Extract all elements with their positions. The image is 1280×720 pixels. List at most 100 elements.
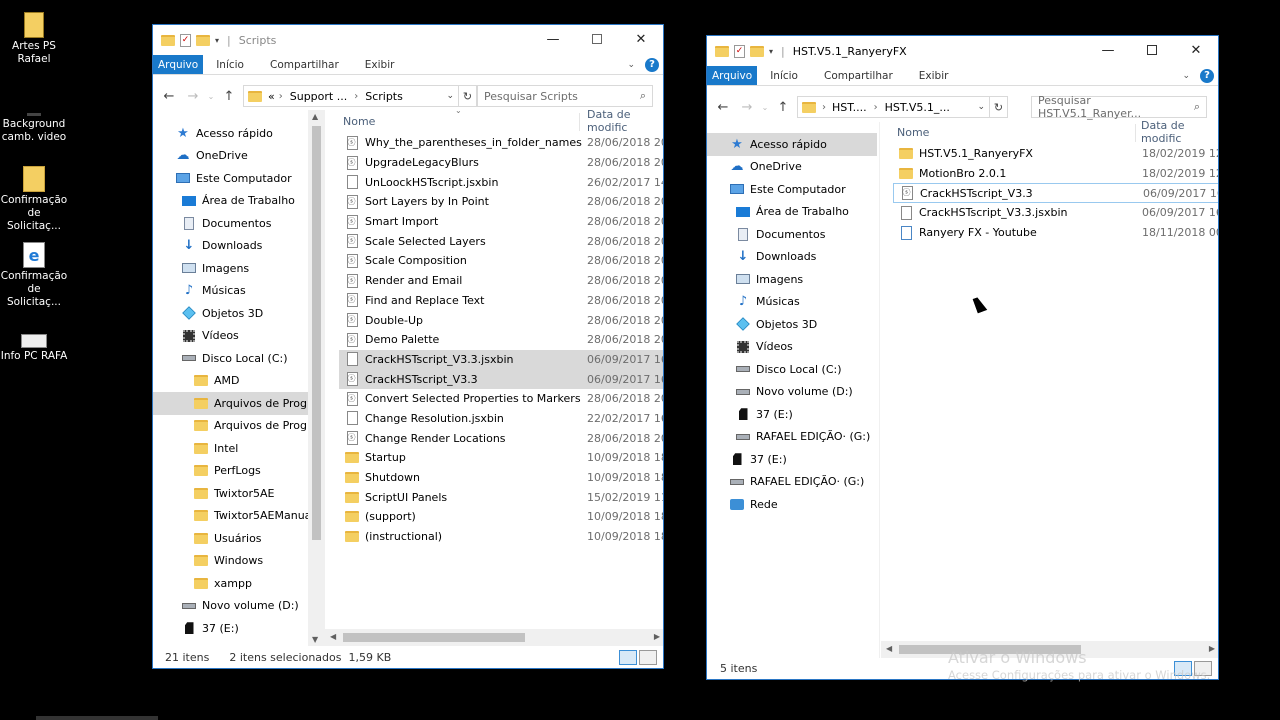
refresh-button[interactable]: ↻: [459, 85, 477, 107]
nav-item[interactable]: ♪ Músicas: [707, 291, 877, 314]
search-input[interactable]: Pesquisar Scripts ⌕: [477, 85, 653, 107]
forward-button[interactable]: →: [181, 89, 205, 104]
pane-divider[interactable]: [879, 122, 880, 658]
scroll-left-icon[interactable]: ◀: [886, 644, 892, 653]
scroll-left-icon[interactable]: ◀: [330, 632, 336, 641]
tab-arquivo[interactable]: Arquivo: [153, 55, 204, 74]
nav-item[interactable]: Vídeos: [153, 325, 308, 348]
file-row[interactable]: (instructional) 10/09/2018 18:3: [339, 527, 663, 547]
file-row[interactable]: CrackHSTscript_V3.3 06/09/2017 16:3: [339, 369, 663, 389]
up-button[interactable]: ↑: [771, 100, 795, 115]
nav-item[interactable]: PerfLogs: [153, 460, 308, 483]
nav-item[interactable]: Objetos 3D: [707, 313, 877, 336]
file-row[interactable]: (support) 10/09/2018 18:3: [339, 507, 663, 527]
back-button[interactable]: ←: [711, 100, 735, 115]
file-row[interactable]: Shutdown 10/09/2018 18:3: [339, 468, 663, 488]
file-row[interactable]: Ranyery FX - Youtube 18/11/2018 00:3: [893, 223, 1218, 243]
desktop-icon-confirmacao-2[interactable]: e Confirmação de Solicitaç...: [0, 238, 68, 309]
large-icons-view-button[interactable]: [639, 650, 657, 665]
nav-item[interactable]: ★ Acesso rápido: [707, 133, 877, 156]
breadcrumb-item[interactable]: Support ...: [290, 90, 347, 103]
tab-compartilhar[interactable]: Compartilhar: [257, 55, 352, 74]
file-row[interactable]: UpgradeLegacyBlurs 28/06/2018 20:0: [339, 153, 663, 173]
nav-item[interactable]: 37 (E:): [153, 617, 308, 640]
nav-item[interactable]: Novo volume (D:): [153, 595, 308, 618]
file-row[interactable]: Why_the_parentheses_in_folder_names 28/06…: [339, 133, 663, 153]
desktop-icon-info-pc[interactable]: Info PC RAFA: [0, 318, 68, 363]
up-button[interactable]: ↑: [217, 89, 241, 104]
column-header-date[interactable]: Data de modific: [1141, 120, 1218, 145]
nav-item[interactable]: Vídeos: [707, 336, 877, 359]
nav-item[interactable]: Rede: [707, 493, 877, 516]
minimize-button[interactable]: —: [531, 25, 575, 53]
file-row[interactable]: Render and Email 28/06/2018 20:0: [339, 271, 663, 291]
file-row[interactable]: Startup 10/09/2018 18:3: [339, 448, 663, 468]
tab-arquivo[interactable]: Arquivo: [707, 66, 758, 85]
file-row[interactable]: Change Render Locations 28/06/2018 20:0: [339, 428, 663, 448]
column-divider[interactable]: [1135, 124, 1136, 142]
recent-locations-button[interactable]: ⌄: [205, 92, 217, 101]
nav-item[interactable]: ♪ Músicas: [153, 280, 308, 303]
address-bar[interactable]: › HST.... › HST.V5.1_... ⌄: [797, 96, 990, 118]
breadcrumb-item[interactable]: HST.V5.1_...: [885, 101, 950, 114]
nav-item[interactable]: ↓ Downloads: [707, 246, 877, 269]
maximize-button[interactable]: [1130, 36, 1174, 64]
nav-item[interactable]: Disco Local (C:): [153, 347, 308, 370]
nav-item[interactable]: ★ Acesso rápido: [153, 122, 308, 145]
file-row[interactable]: HST.V5.1_RanyeryFX 18/02/2019 12:3: [893, 144, 1218, 164]
nav-item[interactable]: Windows: [153, 550, 308, 573]
nav-item[interactable]: Este Computador: [707, 178, 877, 201]
nav-item[interactable]: Imagens: [153, 257, 308, 280]
nav-item[interactable]: 37 (E:): [707, 403, 877, 426]
nav-item[interactable]: RAFAEL EDIÇÃO· (G:): [707, 426, 877, 449]
nav-item[interactable]: Disco Local (C:): [707, 358, 877, 381]
file-row[interactable]: ScriptUI Panels 15/02/2019 11:2: [339, 487, 663, 507]
file-row[interactable]: UnLoockHSTscript.jsxbin 26/02/2017 14:1: [339, 172, 663, 192]
new-folder-icon[interactable]: [196, 34, 210, 46]
desktop-icon-background[interactable]: Background camb. video: [0, 86, 68, 144]
nav-item[interactable]: Arquivos de Programas: [153, 392, 308, 415]
file-list-hscrollbar[interactable]: ◀ ▶: [325, 629, 663, 646]
file-row[interactable]: Find and Replace Text 28/06/2018 20:0: [339, 291, 663, 311]
column-header-date[interactable]: Data de modific: [587, 109, 663, 134]
help-icon[interactable]: ?: [1200, 68, 1214, 83]
column-header-name[interactable]: Nome: [897, 126, 929, 139]
quick-access-dropdown-icon[interactable]: ▾: [769, 47, 773, 56]
nav-item[interactable]: ☁ OneDrive: [707, 156, 877, 179]
file-row[interactable]: Scale Selected Layers 28/06/2018 20:0: [339, 231, 663, 251]
back-button[interactable]: ←: [157, 89, 181, 104]
file-row[interactable]: MotionBro 2.0.1 18/02/2019 12:3: [893, 164, 1218, 184]
scroll-right-icon[interactable]: ▶: [654, 632, 660, 641]
forward-button[interactable]: →: [735, 100, 759, 115]
file-row[interactable]: Change Resolution.jsxbin 22/02/2017 16:4: [339, 409, 663, 429]
nav-item[interactable]: RAFAEL EDIÇÃO· (G:): [707, 471, 877, 494]
nav-item[interactable]: Área de Trabalho: [707, 201, 877, 224]
properties-icon[interactable]: ✓: [734, 44, 745, 58]
details-view-button[interactable]: [619, 650, 637, 665]
tab-inicio[interactable]: Início: [203, 55, 257, 74]
column-divider[interactable]: [579, 113, 580, 131]
breadcrumb-overflow[interactable]: «: [268, 90, 275, 103]
nav-item[interactable]: Intel: [153, 437, 308, 460]
nav-item[interactable]: Usuários: [153, 527, 308, 550]
properties-icon[interactable]: ✓: [180, 33, 191, 47]
nav-item[interactable]: Este Computador: [153, 167, 308, 190]
title-bar[interactable]: ✓ ▾ | Scripts — ✕: [153, 25, 663, 55]
refresh-button[interactable]: ↻: [990, 96, 1008, 118]
minimize-button[interactable]: —: [1086, 36, 1130, 64]
scroll-up-icon[interactable]: ▲: [312, 112, 318, 121]
desktop-icon-confirmacao-1[interactable]: Confirmação de Solicitaç...: [0, 162, 68, 233]
quick-access-dropdown-icon[interactable]: ▾: [215, 36, 219, 45]
breadcrumb-item[interactable]: Scripts: [365, 90, 403, 103]
address-bar[interactable]: « › Support ... › Scripts ⌄: [243, 85, 459, 107]
recent-locations-button[interactable]: ⌄: [759, 103, 771, 112]
nav-item[interactable]: Novo volume (D:): [707, 381, 877, 404]
maximize-button[interactable]: [575, 25, 619, 53]
tab-compartilhar[interactable]: Compartilhar: [811, 66, 906, 85]
new-folder-icon[interactable]: [750, 45, 764, 57]
nav-item[interactable]: ↓ Downloads: [153, 235, 308, 258]
nav-item[interactable]: AMD: [153, 370, 308, 393]
file-row[interactable]: Demo Palette 28/06/2018 20:0: [339, 330, 663, 350]
file-row[interactable]: CrackHSTscript_V3.3 06/09/2017 16:3: [893, 183, 1218, 204]
close-button[interactable]: ✕: [619, 25, 663, 53]
